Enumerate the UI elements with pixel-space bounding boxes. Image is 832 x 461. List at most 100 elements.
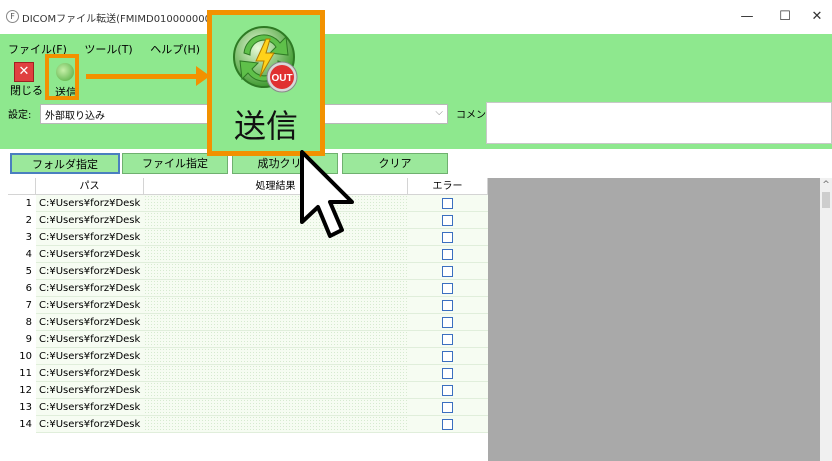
error-checkbox[interactable]: [442, 334, 453, 345]
table-row[interactable]: 10 C:¥Users¥forz¥Desk: [8, 348, 488, 365]
table-row[interactable]: 14 C:¥Users¥forz¥Desk: [8, 416, 488, 433]
error-checkbox[interactable]: [442, 198, 453, 209]
scroll-up-icon[interactable]: ^: [820, 180, 832, 190]
result-cell[interactable]: [144, 399, 408, 416]
menu-tools[interactable]: ツール(T): [84, 43, 132, 56]
minimize-button[interactable]: —: [732, 6, 762, 28]
file-table: パス 処理結果 エラー 1 C:¥Users¥forz¥Desk 2 C:¥Users…: [8, 178, 488, 461]
maximize-button[interactable]: ☐: [770, 6, 800, 28]
table-row[interactable]: 4 C:¥Users¥forz¥Desk: [8, 246, 488, 263]
error-checkbox[interactable]: [442, 215, 453, 226]
path-cell[interactable]: C:¥Users¥forz¥Desk: [36, 195, 144, 212]
error-cell[interactable]: [408, 263, 488, 280]
menu-help[interactable]: ヘルプ(H): [150, 43, 200, 56]
error-cell[interactable]: [408, 229, 488, 246]
path-cell[interactable]: C:¥Users¥forz¥Desk: [36, 280, 144, 297]
error-cell[interactable]: [408, 297, 488, 314]
result-cell[interactable]: [144, 382, 408, 399]
row-number: 6: [8, 280, 36, 297]
error-cell[interactable]: [408, 195, 488, 212]
row-number: 8: [8, 314, 36, 331]
row-number: 4: [8, 246, 36, 263]
error-cell[interactable]: [408, 280, 488, 297]
table-row[interactable]: 1 C:¥Users¥forz¥Desk: [8, 195, 488, 212]
file-select-button[interactable]: ファイル指定: [122, 153, 228, 174]
row-number: 7: [8, 297, 36, 314]
result-cell[interactable]: [144, 195, 408, 212]
path-cell[interactable]: C:¥Users¥forz¥Desk: [36, 348, 144, 365]
error-checkbox[interactable]: [442, 300, 453, 311]
result-cell[interactable]: [144, 212, 408, 229]
row-number: 3: [8, 229, 36, 246]
close-icon: ✕: [14, 62, 34, 82]
result-cell[interactable]: [144, 246, 408, 263]
error-checkbox[interactable]: [442, 317, 453, 328]
row-number: 2: [8, 212, 36, 229]
table-row[interactable]: 9 C:¥Users¥forz¥Desk: [8, 331, 488, 348]
zoom-send-label: 送信: [233, 107, 298, 145]
error-checkbox[interactable]: [442, 232, 453, 243]
result-cell[interactable]: [144, 297, 408, 314]
error-checkbox[interactable]: [442, 351, 453, 362]
path-cell[interactable]: C:¥Users¥forz¥Desk: [36, 382, 144, 399]
table-row[interactable]: 3 C:¥Users¥forz¥Desk: [8, 229, 488, 246]
table-row[interactable]: 12 C:¥Users¥forz¥Desk: [8, 382, 488, 399]
error-cell[interactable]: [408, 212, 488, 229]
error-checkbox[interactable]: [442, 402, 453, 413]
result-cell[interactable]: [144, 229, 408, 246]
error-checkbox[interactable]: [442, 266, 453, 277]
column-header-number[interactable]: [8, 178, 36, 195]
result-cell[interactable]: [144, 348, 408, 365]
error-cell[interactable]: [408, 314, 488, 331]
callout-arrow: [86, 74, 200, 79]
vertical-scrollbar[interactable]: ^: [820, 178, 832, 461]
result-cell[interactable]: [144, 416, 408, 433]
column-header-path[interactable]: パス: [36, 178, 144, 195]
table-row[interactable]: 5 C:¥Users¥forz¥Desk: [8, 263, 488, 280]
table-row[interactable]: 7 C:¥Users¥forz¥Desk: [8, 297, 488, 314]
error-checkbox[interactable]: [442, 249, 453, 260]
error-cell[interactable]: [408, 365, 488, 382]
scroll-thumb[interactable]: [822, 192, 830, 208]
error-checkbox[interactable]: [442, 385, 453, 396]
error-cell[interactable]: [408, 382, 488, 399]
mouse-cursor-icon: [300, 150, 354, 238]
path-cell[interactable]: C:¥Users¥forz¥Desk: [36, 416, 144, 433]
table-row[interactable]: 13 C:¥Users¥forz¥Desk: [8, 399, 488, 416]
settings-value: 外部取り込み: [45, 111, 105, 122]
path-cell[interactable]: C:¥Users¥forz¥Desk: [36, 314, 144, 331]
path-cell[interactable]: C:¥Users¥forz¥Desk: [36, 229, 144, 246]
error-cell[interactable]: [408, 399, 488, 416]
path-cell[interactable]: C:¥Users¥forz¥Desk: [36, 263, 144, 280]
result-cell[interactable]: [144, 263, 408, 280]
out-icon-text: OUT: [271, 73, 292, 84]
column-header-result[interactable]: 処理結果: [144, 178, 408, 195]
error-checkbox[interactable]: [442, 283, 453, 294]
path-cell[interactable]: C:¥Users¥forz¥Desk: [36, 212, 144, 229]
table-row[interactable]: 2 C:¥Users¥forz¥Desk: [8, 212, 488, 229]
table-row[interactable]: 11 C:¥Users¥forz¥Desk: [8, 365, 488, 382]
comment-input[interactable]: [486, 102, 832, 144]
error-cell[interactable]: [408, 416, 488, 433]
error-cell[interactable]: [408, 348, 488, 365]
path-cell[interactable]: C:¥Users¥forz¥Desk: [36, 297, 144, 314]
table-row[interactable]: 6 C:¥Users¥forz¥Desk: [8, 280, 488, 297]
path-cell[interactable]: C:¥Users¥forz¥Desk: [36, 246, 144, 263]
path-cell[interactable]: C:¥Users¥forz¥Desk: [36, 399, 144, 416]
error-cell[interactable]: [408, 246, 488, 263]
error-checkbox[interactable]: [442, 368, 453, 379]
path-cell[interactable]: C:¥Users¥forz¥Desk: [36, 365, 144, 382]
result-cell[interactable]: [144, 331, 408, 348]
result-cell[interactable]: [144, 365, 408, 382]
result-cell[interactable]: [144, 314, 408, 331]
folder-select-button[interactable]: フォルダ指定: [10, 153, 120, 174]
table-row[interactable]: 8 C:¥Users¥forz¥Desk: [8, 314, 488, 331]
close-button[interactable]: ✕ 閉じる: [10, 62, 43, 100]
error-cell[interactable]: [408, 331, 488, 348]
error-checkbox[interactable]: [442, 419, 453, 430]
close-window-button[interactable]: ✕: [802, 6, 832, 28]
result-cell[interactable]: [144, 280, 408, 297]
column-header-error[interactable]: エラー: [408, 178, 488, 195]
row-number: 10: [8, 348, 36, 365]
path-cell[interactable]: C:¥Users¥forz¥Desk: [36, 331, 144, 348]
